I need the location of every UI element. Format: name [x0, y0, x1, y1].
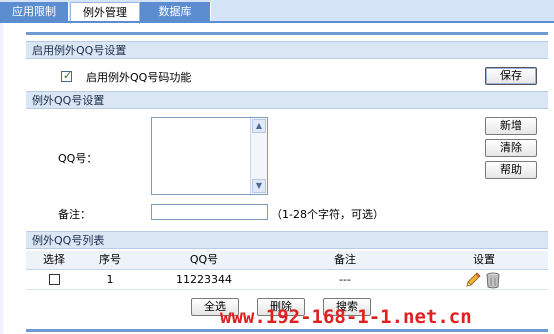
column-header-settings: 设置 [420, 251, 548, 269]
column-header-select: 选择 [26, 251, 82, 269]
pencil-icon[interactable] [464, 271, 482, 289]
section-list-header: 例外QQ号列表 [26, 231, 548, 249]
help-button[interactable]: 帮助 [485, 161, 537, 179]
table-row-rule [26, 289, 548, 290]
clear-button[interactable]: 清除 [485, 139, 537, 157]
check-icon: ✓ [63, 69, 73, 82]
enable-checkbox-label: 启用例外QQ号码功能 [86, 71, 192, 84]
arrow-up-icon[interactable]: ▲ [252, 119, 266, 133]
row-index: 1 [106, 273, 114, 286]
table-header-rule [26, 269, 548, 270]
add-button[interactable]: 新增 [485, 117, 537, 135]
qq-textarea[interactable]: ▲ ▼ [151, 117, 268, 195]
note-label: 备注： [58, 208, 91, 221]
note-input[interactable] [151, 204, 268, 220]
save-button[interactable]: 保存 [485, 67, 537, 85]
tab-bar: 应用限制 例外管理 数据库 [0, 0, 554, 24]
row-qq: 11223344 [176, 273, 232, 286]
column-header-note: 备注 [270, 251, 420, 269]
qq-label: QQ号： [58, 152, 98, 165]
tab-database[interactable]: 数据库 [140, 2, 211, 22]
watermark-text: www.192-168-1-1.net.cn [220, 306, 472, 328]
content-bottom-border [26, 329, 548, 332]
arrow-down-icon[interactable]: ▼ [252, 179, 266, 193]
row-note: --- [339, 273, 351, 286]
row-select-checkbox[interactable] [49, 274, 60, 285]
section-qq-header: 例外QQ号设置 [26, 91, 548, 109]
note-hint: （1-28个字符，可选） [271, 208, 384, 221]
enable-checkbox[interactable]: ✓ [61, 69, 73, 82]
left-edge [0, 23, 3, 334]
column-header-index: 序号 [82, 251, 138, 269]
trash-icon[interactable] [485, 271, 501, 289]
section-enable-header: 启用例外QQ号设置 [26, 41, 548, 59]
tab-app-limit[interactable]: 应用限制 [0, 2, 69, 22]
tab-underline [0, 21, 554, 23]
textarea-scrollbar[interactable]: ▲ ▼ [250, 118, 267, 194]
column-header-qq: QQ号 [138, 251, 270, 269]
content-top-border [26, 32, 548, 35]
